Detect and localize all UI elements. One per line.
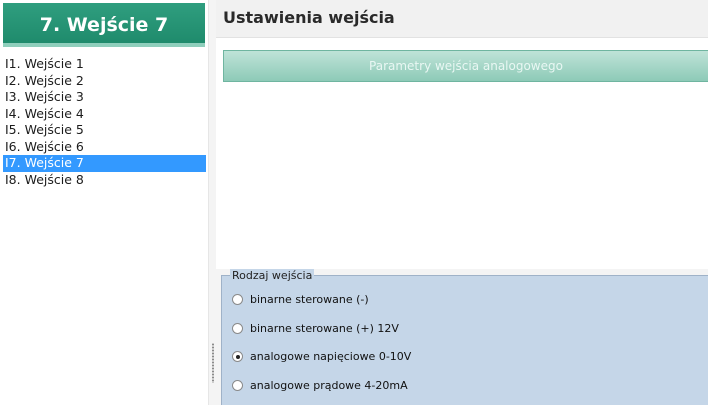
input-settings-panel: Ustawienia wejścia Parametry wejścia ana… xyxy=(216,0,708,405)
input-type-group: Rodzaj wejścia binarne sterowane (-) bin… xyxy=(221,269,708,405)
radio-label: binarne sterowane (+) 12V xyxy=(250,321,399,335)
radio-unchecked-icon[interactable] xyxy=(232,293,243,305)
analog-parameters-button[interactable]: Parametry wejścia analogowego xyxy=(223,50,708,82)
input-list: I1. Wejście 1 I2. Wejście 2 I3. Wejście … xyxy=(3,56,206,188)
radio-option-analog-current[interactable]: analogowe prądowe 4-20mA xyxy=(232,376,408,394)
radio-unchecked-icon[interactable] xyxy=(232,322,243,334)
input-type-legend: Rodzaj wejścia xyxy=(230,269,315,282)
input-type-area: Rodzaj wejścia binarne sterowane (-) bin… xyxy=(216,269,708,405)
panel-splitter[interactable] xyxy=(208,0,216,405)
list-item-input-2[interactable]: I2. Wejście 2 xyxy=(3,73,206,90)
splitter-grip-icon[interactable] xyxy=(212,343,214,383)
radio-checked-icon[interactable] xyxy=(232,350,243,362)
radio-option-analog-voltage[interactable]: analogowe napięciowe 0-10V xyxy=(232,347,411,365)
input-list-panel: 7. Wejście 7 I1. Wejście 1 I2. Wejście 2… xyxy=(0,0,208,405)
radio-unchecked-icon[interactable] xyxy=(232,379,243,391)
selected-input-header: 7. Wejście 7 xyxy=(3,3,205,47)
list-item-input-4[interactable]: I4. Wejście 4 xyxy=(3,106,206,123)
radio-label: binarne sterowane (-) xyxy=(250,292,369,306)
radio-option-binary-negative[interactable]: binarne sterowane (-) xyxy=(232,290,369,308)
list-item-input-6[interactable]: I6. Wejście 6 xyxy=(3,139,206,156)
list-item-input-3[interactable]: I3. Wejście 3 xyxy=(3,89,206,106)
radio-label: analogowe prądowe 4-20mA xyxy=(250,378,408,392)
page-title: Ustawienia wejścia xyxy=(216,0,708,38)
list-item-input-7[interactable]: I7. Wejście 7 xyxy=(3,155,206,172)
list-item-input-5[interactable]: I5. Wejście 5 xyxy=(3,122,206,139)
radio-option-binary-positive-12v[interactable]: binarne sterowane (+) 12V xyxy=(232,319,399,337)
radio-label: analogowe napięciowe 0-10V xyxy=(250,349,412,363)
list-item-input-1[interactable]: I1. Wejście 1 xyxy=(3,56,206,73)
list-item-input-8[interactable]: I8. Wejście 8 xyxy=(3,172,206,189)
